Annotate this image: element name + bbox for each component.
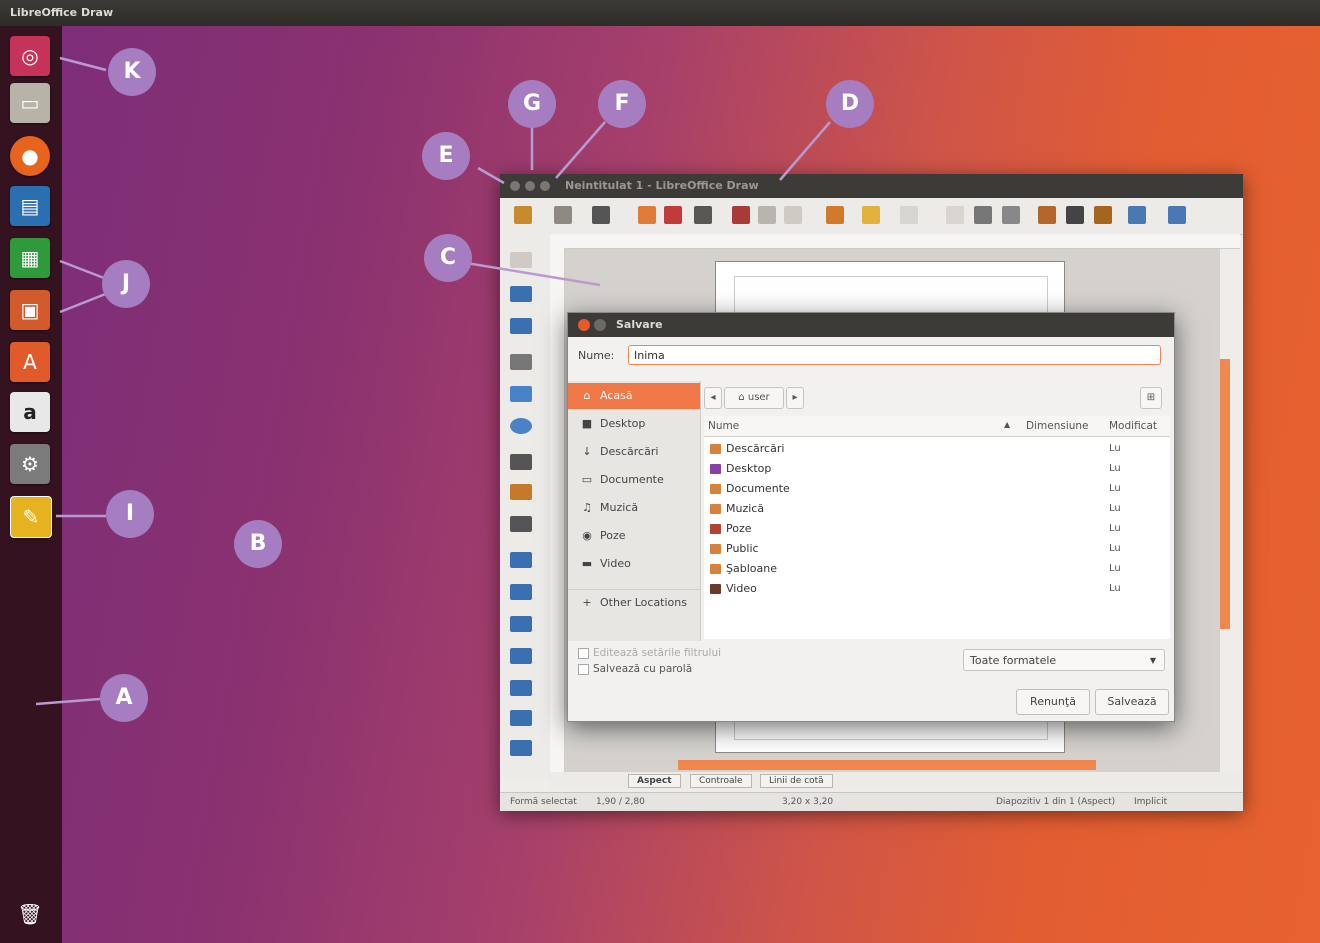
callout-arrows bbox=[35, 56, 831, 706]
callout-d: D bbox=[826, 80, 874, 128]
callout-g: G bbox=[508, 80, 556, 128]
callout-j: J bbox=[102, 260, 150, 308]
callout-b: B bbox=[234, 520, 282, 568]
callout-a: A bbox=[100, 674, 148, 722]
callout-e: E bbox=[422, 132, 470, 180]
callout-f: F bbox=[598, 80, 646, 128]
callout-k: K bbox=[108, 48, 156, 96]
callout-c: C bbox=[424, 234, 472, 282]
callout-i: I bbox=[106, 490, 154, 538]
